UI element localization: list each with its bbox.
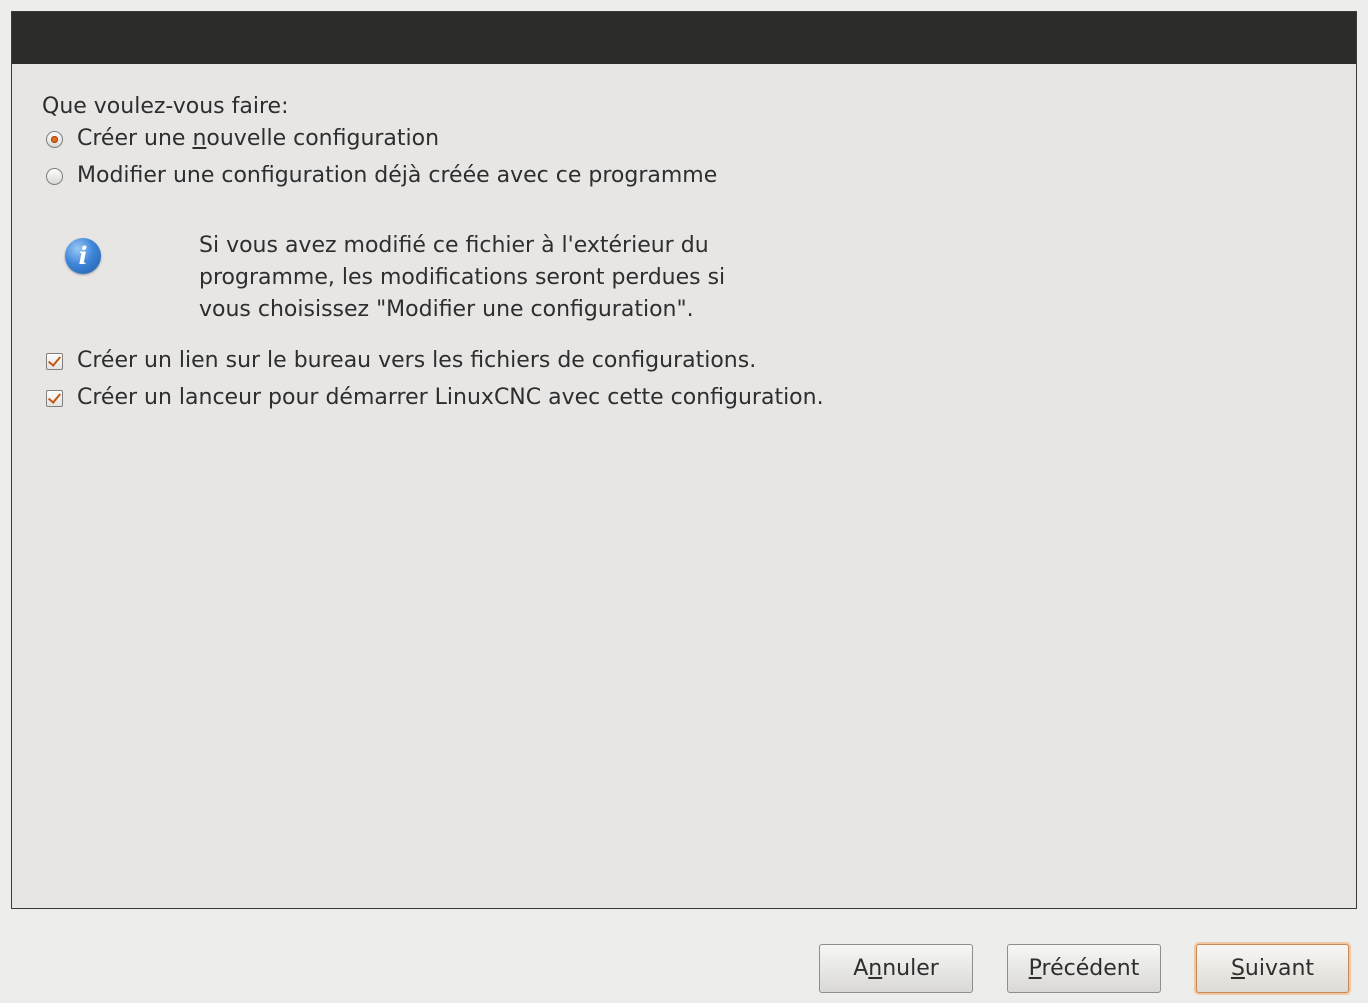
assistant-window: Que voulez-vous faire: Créer une nouvell… bbox=[0, 0, 1368, 1003]
info-icon: i bbox=[65, 238, 101, 274]
content-panel: Que voulez-vous faire: Créer une nouvell… bbox=[11, 11, 1357, 909]
checkbox-desktop-link[interactable]: Créer un lien sur le bureau vers les fic… bbox=[46, 346, 756, 376]
button-bar: Annuler Précédent Suivant bbox=[0, 940, 1368, 1000]
cancel-button[interactable]: Annuler bbox=[819, 944, 973, 993]
info-text: Si vous avez modifié ce fichier à l'exté… bbox=[199, 233, 726, 322]
radio-button-unselected[interactable] bbox=[46, 167, 63, 185]
checkbox-desktop-link-label: Créer un lien sur le bureau vers les fic… bbox=[77, 348, 757, 373]
next-button[interactable]: Suivant bbox=[1196, 944, 1349, 993]
question-label: Que voulez-vous faire: bbox=[42, 94, 289, 119]
checkbox-launcher[interactable]: Créer un lanceur pour démarrer LinuxCNC … bbox=[46, 383, 824, 413]
header-bar bbox=[12, 12, 1356, 64]
checkbox-checked-icon[interactable] bbox=[46, 352, 63, 370]
checkbox-checked-icon[interactable] bbox=[46, 389, 63, 407]
radio-new-config-label: Créer une nouvelle configuration bbox=[77, 126, 440, 151]
radio-button-selected[interactable] bbox=[46, 130, 63, 148]
previous-button[interactable]: Précédent bbox=[1007, 944, 1161, 993]
radio-modify-config-label: Modifier une configuration déjà créée av… bbox=[77, 163, 718, 188]
checkbox-launcher-label: Créer un lanceur pour démarrer LinuxCNC … bbox=[77, 385, 824, 410]
radio-new-config[interactable]: Créer une nouvelle configuration bbox=[46, 124, 439, 154]
radio-modify-config[interactable]: Modifier une configuration déjà créée av… bbox=[46, 161, 717, 191]
info-message: i Si vous avez modifié ce fichier à l'ex… bbox=[42, 204, 942, 322]
